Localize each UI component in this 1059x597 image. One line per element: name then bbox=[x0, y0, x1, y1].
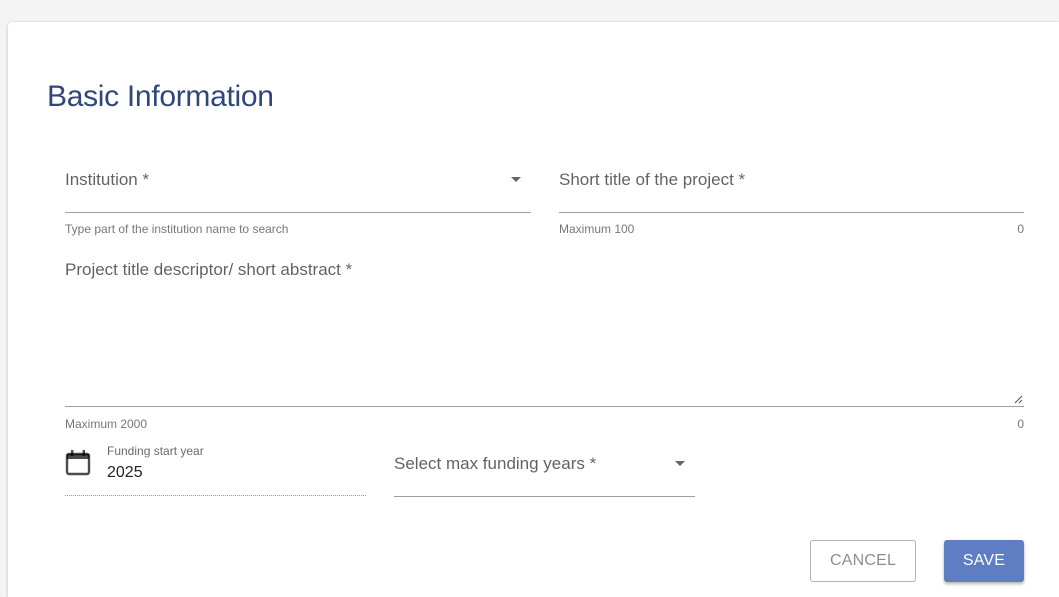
abstract-label: Project title descriptor/ short abstract… bbox=[65, 260, 353, 279]
abstract-helper-text: Maximum 2000 bbox=[65, 417, 148, 431]
short-title-input[interactable]: Short title of the project * bbox=[559, 160, 1024, 213]
institution-label: Institution * bbox=[65, 170, 150, 189]
cancel-button[interactable]: CANCEL bbox=[810, 540, 916, 582]
short-title-char-counter: 0 bbox=[1017, 222, 1024, 236]
save-button[interactable]: SAVE bbox=[944, 540, 1024, 582]
chevron-down-icon[interactable] bbox=[511, 177, 521, 182]
short-title-helper-text: Maximum 100 bbox=[559, 222, 635, 236]
abstract-underline bbox=[65, 406, 1024, 407]
short-title-label: Short title of the project * bbox=[559, 170, 746, 189]
funding-start-year-label: Funding start year bbox=[107, 444, 204, 458]
abstract-textarea[interactable]: Project title descriptor/ short abstract… bbox=[65, 250, 1024, 407]
chevron-down-icon[interactable] bbox=[675, 461, 685, 466]
max-funding-years-underline bbox=[394, 496, 695, 497]
short-title-underline bbox=[559, 212, 1024, 213]
page: Basic Information Institution * Type par… bbox=[0, 0, 1059, 597]
page-title: Basic Information bbox=[47, 80, 274, 113]
funding-start-year-picker[interactable]: Funding start year 2025 bbox=[65, 440, 366, 497]
funding-start-year-value: 2025 bbox=[107, 464, 143, 481]
calendar-icon[interactable] bbox=[65, 449, 91, 477]
institution-underline bbox=[65, 212, 531, 213]
resize-handle-icon[interactable] bbox=[1013, 394, 1023, 404]
abstract-char-counter: 0 bbox=[1017, 417, 1024, 431]
max-funding-years-label: Select max funding years * bbox=[394, 454, 597, 473]
max-funding-years-select[interactable]: Select max funding years * bbox=[394, 444, 695, 497]
institution-select[interactable]: Institution * bbox=[65, 160, 531, 213]
institution-helper-text: Type part of the institution name to sea… bbox=[65, 222, 289, 236]
funding-start-year-underline bbox=[65, 495, 366, 496]
